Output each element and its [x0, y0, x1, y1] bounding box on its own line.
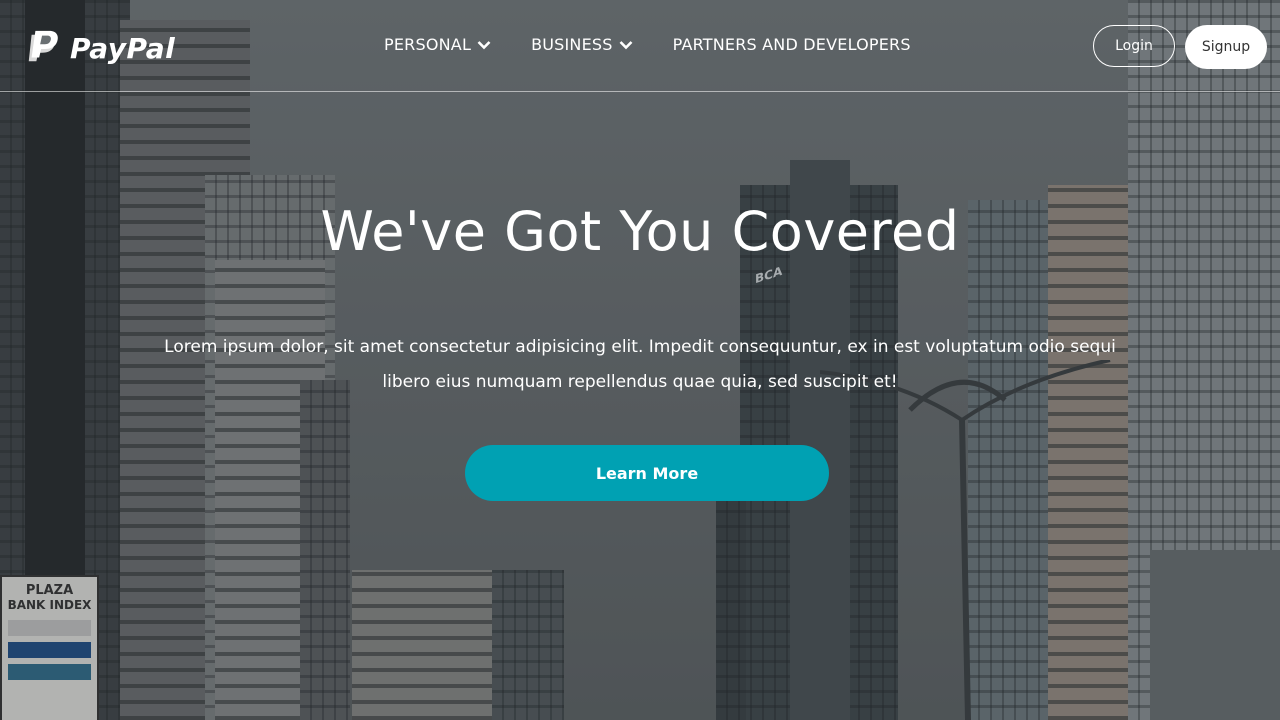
nav-item-personal[interactable]: PERSONAL — [384, 35, 491, 54]
hero-title: We've Got You Covered — [320, 200, 960, 263]
chevron-down-icon — [619, 40, 633, 49]
nav-item-business-label: BUSINESS — [531, 35, 613, 54]
nav-item-personal-label: PERSONAL — [384, 35, 472, 54]
logo-wordmark: PayPal — [70, 31, 176, 65]
main-nav: PERSONAL BUSINESS PARTNERS AND DEVELOPER… — [384, 35, 911, 54]
signup-button[interactable]: Signup — [1185, 25, 1267, 69]
nav-item-business[interactable]: BUSINESS — [531, 35, 633, 54]
nav-item-partners-developers-label: PARTNERS AND DEVELOPERS — [672, 35, 911, 54]
hero-description: Lorem ipsum dolor, sit amet consectetur … — [164, 337, 1116, 392]
nav-item-partners-developers[interactable]: PARTNERS AND DEVELOPERS — [673, 35, 911, 54]
paypal-logo[interactable]: PayPal — [24, 28, 175, 68]
paypal-p-icon — [28, 30, 58, 62]
site-header: PayPal PERSONAL BUSINESS PARTNERS AND DE… — [0, 2, 1280, 92]
login-button[interactable]: Login — [1093, 25, 1175, 67]
learn-more-button[interactable]: Learn More — [465, 445, 829, 501]
chevron-down-icon — [477, 40, 491, 49]
